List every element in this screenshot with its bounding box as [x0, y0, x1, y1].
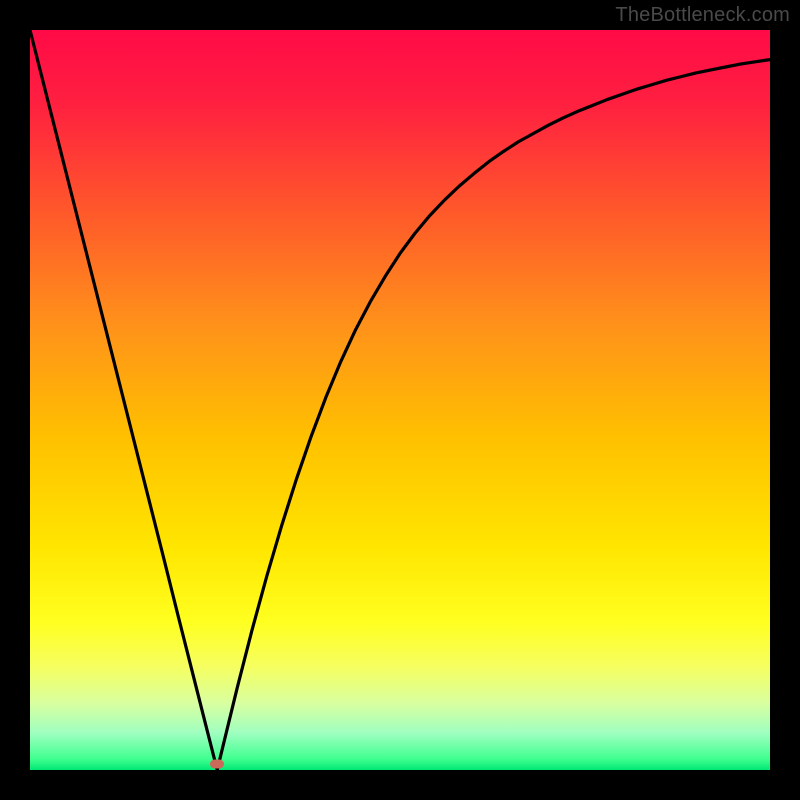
bottleneck-curve [30, 30, 770, 770]
outer-frame: TheBottleneck.com [0, 0, 800, 800]
watermark-text: TheBottleneck.com [615, 4, 790, 27]
plot-area [30, 30, 770, 770]
minimum-marker [210, 760, 224, 769]
